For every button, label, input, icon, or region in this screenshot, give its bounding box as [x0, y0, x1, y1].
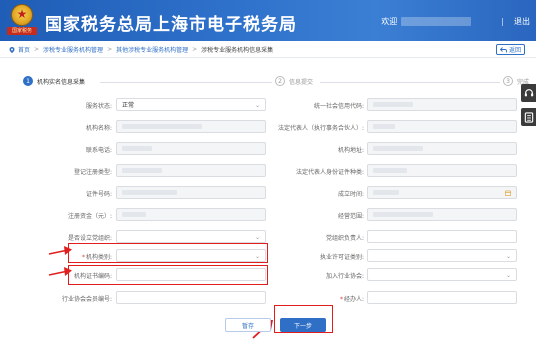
registration-type-field	[116, 164, 266, 177]
highlight-box-cert-code	[68, 265, 268, 285]
welcome-text: 欢迎	[381, 16, 398, 26]
label-join-association: 加入行业协会:	[325, 273, 364, 280]
masked-value	[373, 102, 413, 107]
user-name	[401, 16, 472, 26]
label-license-category: 执业许可证类别:	[319, 254, 364, 261]
handler-input[interactable]	[367, 291, 517, 304]
legal-representative-field	[367, 120, 517, 133]
breadcrumb-item-other-agency[interactable]: 其他涉税专业服务机构管理	[116, 45, 188, 54]
step-number: 3	[503, 76, 513, 86]
party-org-select[interactable]: ⌄	[116, 230, 266, 243]
breadcrumb-item-agency-management[interactable]: 涉税专业服务机构管理	[43, 45, 103, 54]
label-registered-capital: 注册资金（元）:	[67, 213, 112, 220]
breadcrumb-bar: 首页 > 涉税专业服务机构管理 > 其他涉税专业服务机构管理 > 涉税专业服务机…	[0, 41, 536, 58]
masked-value	[373, 168, 407, 173]
business-scope-field	[367, 208, 517, 221]
association-member-no-input[interactable]	[116, 291, 266, 304]
masked-value	[122, 146, 152, 151]
agency-name-field	[116, 120, 266, 133]
header-separator: |	[501, 16, 504, 26]
contact-phone-field	[116, 142, 266, 155]
page: ★ 国家税务 国家税务总局上海市电子税务局 欢迎 | 退出 首页 > 涉税专业服…	[0, 0, 536, 350]
label-certificate-number: 证件号码:	[85, 191, 112, 198]
back-button-label: 返回	[508, 47, 521, 54]
customer-service-button[interactable]	[521, 84, 536, 102]
step-label: 信息提交	[289, 78, 314, 86]
breadcrumb: 首页 > 涉税专业服务机构管理 > 其他涉税专业服务机构管理 > 涉税专业服务机…	[9, 45, 273, 54]
back-arrow-icon	[499, 46, 507, 52]
registered-capital-field	[116, 208, 266, 221]
step-label: 机构实名信息采集	[37, 78, 86, 86]
step-connector	[320, 82, 500, 83]
breadcrumb-separator: >	[192, 46, 198, 53]
service-status-select[interactable]: 正常 ⌄	[116, 98, 266, 111]
logout-link[interactable]: 退出	[514, 16, 530, 27]
join-association-select[interactable]: ⌄	[367, 268, 517, 281]
masked-value	[122, 124, 202, 129]
agency-address-field	[367, 142, 517, 155]
notebook-icon	[524, 111, 533, 123]
masked-value	[373, 190, 399, 195]
step-number: 2	[275, 76, 285, 86]
back-button[interactable]: 返回	[496, 44, 525, 55]
notebook-button[interactable]	[521, 108, 536, 126]
label-business-scope: 经营范围:	[337, 213, 364, 220]
label-legal-representative: 法定代表人（执行事务合伙人）:	[277, 125, 364, 132]
certificate-number-field	[116, 186, 266, 199]
step-number: 1	[23, 76, 33, 86]
chevron-down-icon: ⌄	[505, 272, 511, 279]
masked-value	[122, 168, 162, 173]
masked-value	[373, 124, 395, 129]
label-service-status: 服务状态:	[85, 103, 112, 110]
label-contact-phone: 联系电话:	[85, 147, 112, 154]
chevron-down-icon: ⌄	[505, 253, 511, 260]
step-indicator: 1 机构实名信息采集 2 信息提交 3 完成	[0, 76, 536, 90]
label-credit-code: 统一社会信用代码:	[313, 103, 364, 110]
location-pin-icon	[9, 46, 15, 53]
breadcrumb-separator: >	[107, 46, 113, 53]
label-handler: *经办人:	[339, 296, 364, 303]
breadcrumb-current: 涉税专业服务机构信息采集	[201, 47, 274, 54]
red-arrow-icon	[48, 267, 72, 276]
label-party-leader: 党组织负责人:	[325, 235, 364, 242]
breadcrumb-home[interactable]: 首页	[18, 45, 30, 54]
emblem-ribbon: 国家税务	[7, 27, 37, 35]
label-legal-id-type: 法定代表人身份证件种类:	[295, 169, 364, 176]
tax-emblem-logo: ★ 国家税务	[7, 4, 37, 37]
step-connector	[100, 82, 272, 83]
top-header: ★ 国家税务 国家税务总局上海市电子税务局 欢迎 | 退出	[0, 0, 536, 41]
label-association-member-no: 行业协会会员编号:	[61, 296, 112, 303]
site-title: 国家税务总局上海市电子税务局	[45, 15, 297, 35]
service-status-value: 正常	[122, 102, 135, 109]
party-leader-input[interactable]	[367, 230, 517, 243]
red-arrow-icon	[48, 246, 72, 255]
license-category-select[interactable]: ⌄	[367, 249, 517, 262]
established-date-field	[367, 186, 517, 199]
masked-value	[122, 212, 146, 217]
label-agency-name: 机构名称:	[85, 125, 112, 132]
step-1: 1 机构实名信息采集	[23, 76, 85, 86]
masked-value	[122, 190, 177, 195]
emblem-star-icon: ★	[16, 7, 28, 21]
label-established-date: 成立时间:	[337, 191, 364, 198]
next-step-button[interactable]: 下一步	[280, 318, 326, 332]
masked-value	[373, 212, 433, 217]
breadcrumb-separator: >	[34, 46, 40, 53]
credit-code-field	[367, 98, 517, 111]
label-registration-type: 登记注册类型:	[73, 169, 112, 176]
step-2: 2 信息提交	[275, 76, 313, 86]
save-draft-button[interactable]: 暂存	[225, 318, 271, 332]
legal-id-type-field	[367, 164, 517, 177]
chevron-down-icon: ⌄	[254, 102, 260, 109]
highlight-box-agency-category	[68, 243, 268, 263]
chevron-down-icon: ⌄	[254, 234, 260, 241]
label-party-org: 是否设立党组织:	[67, 235, 112, 242]
masked-value	[373, 146, 423, 151]
label-agency-address: 机构地址:	[337, 147, 364, 154]
calendar-icon	[505, 190, 511, 196]
headset-icon	[524, 89, 533, 97]
user-area: 欢迎 | 退出	[381, 14, 530, 28]
